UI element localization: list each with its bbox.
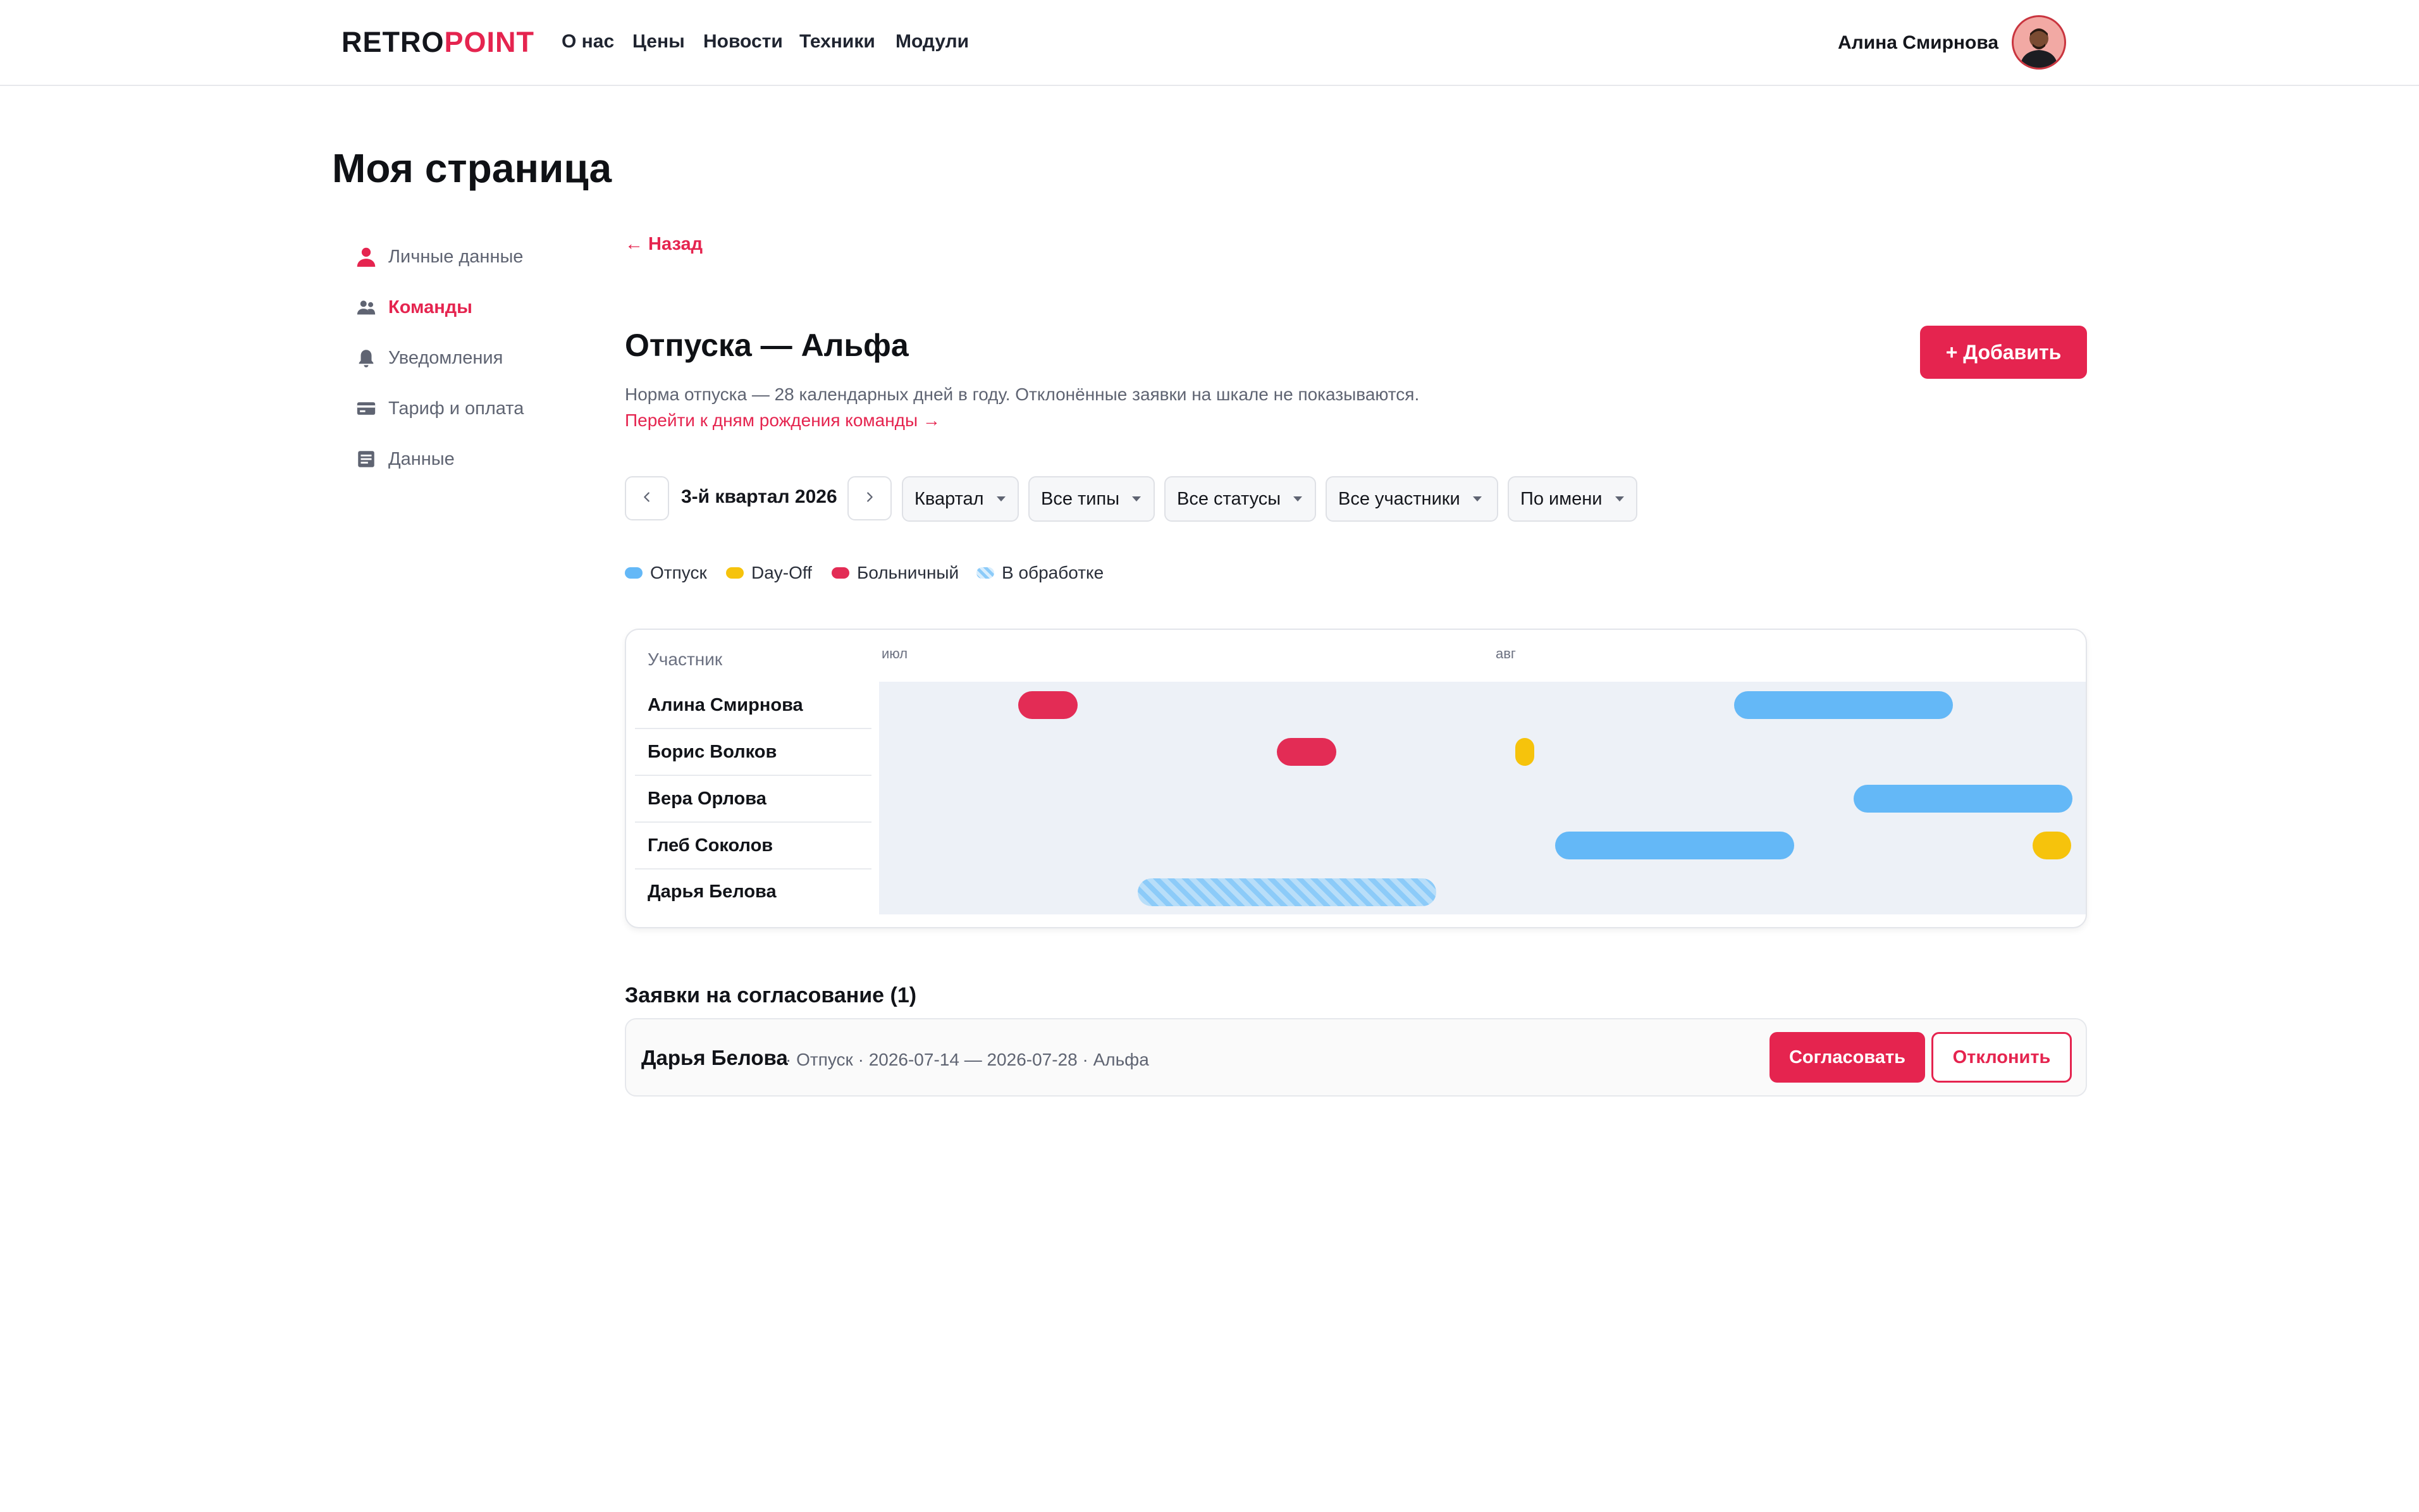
chevron-left-icon	[640, 490, 654, 507]
period-label: 3-й квартал 2026	[681, 486, 837, 507]
member-filter-value: Все участники	[1338, 488, 1460, 509]
user-name[interactable]: Алина Смирнова	[1838, 32, 1998, 54]
sidebar-item-label: Тариф и оплата	[388, 398, 524, 419]
next-period-button[interactable]	[847, 476, 892, 520]
card-icon	[354, 396, 378, 421]
vacation-norm-description: Норма отпуска — 28 календарных дней в го…	[625, 384, 1420, 404]
absence-bar-sick[interactable]	[1018, 691, 1078, 719]
logo[interactable]: RETROPOINT	[342, 27, 534, 58]
legend-label: Отпуск	[650, 563, 707, 582]
request-card: Дарья Белова · Отпуск · 2026-07-14 — 202…	[625, 1018, 2087, 1097]
sidebar-item-notifications[interactable]: Уведомления	[354, 339, 503, 377]
page-title: Моя страница	[332, 145, 612, 191]
add-button[interactable]: + Добавить	[1920, 326, 2087, 379]
section-title: Отпуска — Альфа	[625, 328, 909, 363]
caret-down-icon	[996, 496, 1006, 501]
sidebar-item-label: Личные данные	[388, 246, 524, 267]
nav-link-prices[interactable]: Цены	[632, 30, 685, 53]
sidebar-item-label: Уведомления	[388, 347, 503, 368]
prev-period-button[interactable]	[625, 476, 669, 520]
sidebar-item-label: Команды	[388, 297, 472, 317]
requests-title: Заявки на согласование (1)	[625, 983, 917, 1007]
legend-swatch	[976, 567, 994, 579]
document-icon	[354, 447, 378, 471]
approve-button[interactable]: Согласовать	[1770, 1032, 1925, 1083]
logo-part-point: POINT	[444, 26, 535, 58]
absence-bar-pending[interactable]	[1137, 878, 1436, 906]
nav-link-news[interactable]: Новости	[703, 30, 783, 53]
legend-swatch	[832, 567, 849, 579]
legend-swatch	[625, 567, 643, 579]
absence-bar-vacation[interactable]	[1854, 785, 2072, 813]
legend-label: Больничный	[857, 563, 959, 582]
status-filter-select[interactable]: Все статусы	[1164, 476, 1316, 522]
type-filter-select[interactable]: Все типы	[1028, 476, 1155, 522]
absence-timeline: Участник июл авг Алина Смирнова Борис Во…	[625, 629, 2087, 928]
absence-bar-vacation[interactable]	[1555, 832, 1794, 859]
person-icon	[354, 245, 378, 269]
member-filter-select[interactable]: Все участники	[1326, 476, 1498, 522]
chevron-right-icon	[863, 490, 877, 507]
nav-link-modules[interactable]: Модули	[896, 30, 969, 53]
legend-item-pending: В обработке	[976, 562, 1104, 584]
absence-bars-layer	[626, 630, 2086, 927]
caret-down-icon	[1615, 496, 1624, 501]
back-link[interactable]: ← Назад	[625, 233, 703, 255]
caret-down-icon	[1293, 496, 1303, 501]
nav-link-techniques[interactable]: Техники	[799, 30, 875, 53]
sort-select-value: По имени	[1520, 488, 1603, 509]
request-member-name: Дарья Белова	[641, 1046, 788, 1069]
sidebar-item-billing[interactable]: Тариф и оплата	[354, 390, 524, 427]
team-icon	[354, 295, 378, 319]
sidebar-item-data[interactable]: Данные	[354, 440, 455, 478]
caret-down-icon	[1472, 496, 1482, 501]
caret-down-icon	[1132, 496, 1142, 501]
type-filter-value: Все типы	[1041, 488, 1120, 509]
avatar[interactable]	[2012, 15, 2066, 70]
sidebar-item-label: Данные	[388, 448, 455, 469]
top-navbar: RETROPOINT О нас Цены Новости Техники Мо…	[0, 0, 2419, 86]
absence-bar-dayoff[interactable]	[1515, 738, 1535, 766]
absence-bar-vacation[interactable]	[1734, 691, 1954, 719]
legend-item-dayoff: Day-Off	[726, 562, 812, 584]
sort-select[interactable]: По имени	[1508, 476, 1637, 522]
birthdays-link[interactable]: Перейти к дням рождения команды →	[625, 410, 940, 431]
absence-bar-sick[interactable]	[1277, 738, 1337, 766]
request-details: · Отпуск · 2026-07-14 — 2026-07-28 · Аль…	[785, 1050, 1149, 1069]
legend-item-sick: Больничный	[832, 562, 959, 584]
legend-label: В обработке	[1002, 563, 1104, 582]
status-filter-value: Все статусы	[1177, 488, 1281, 509]
legend-swatch	[726, 567, 744, 579]
logo-part-retro: RETRO	[342, 26, 445, 58]
absence-bar-dayoff[interactable]	[2033, 832, 2071, 859]
scale-select-value: Квартал	[914, 488, 984, 509]
legend-label: Day-Off	[751, 563, 812, 582]
scale-select[interactable]: Квартал	[902, 476, 1019, 522]
bell-icon	[354, 346, 378, 370]
reject-button[interactable]: Отклонить	[1931, 1032, 2072, 1083]
legend-item-vacation: Отпуск	[625, 562, 707, 584]
sidebar-item-teams[interactable]: Команды	[354, 288, 472, 326]
sidebar-item-personal-data[interactable]: Личные данные	[354, 238, 523, 276]
nav-link-about[interactable]: О нас	[562, 30, 614, 53]
